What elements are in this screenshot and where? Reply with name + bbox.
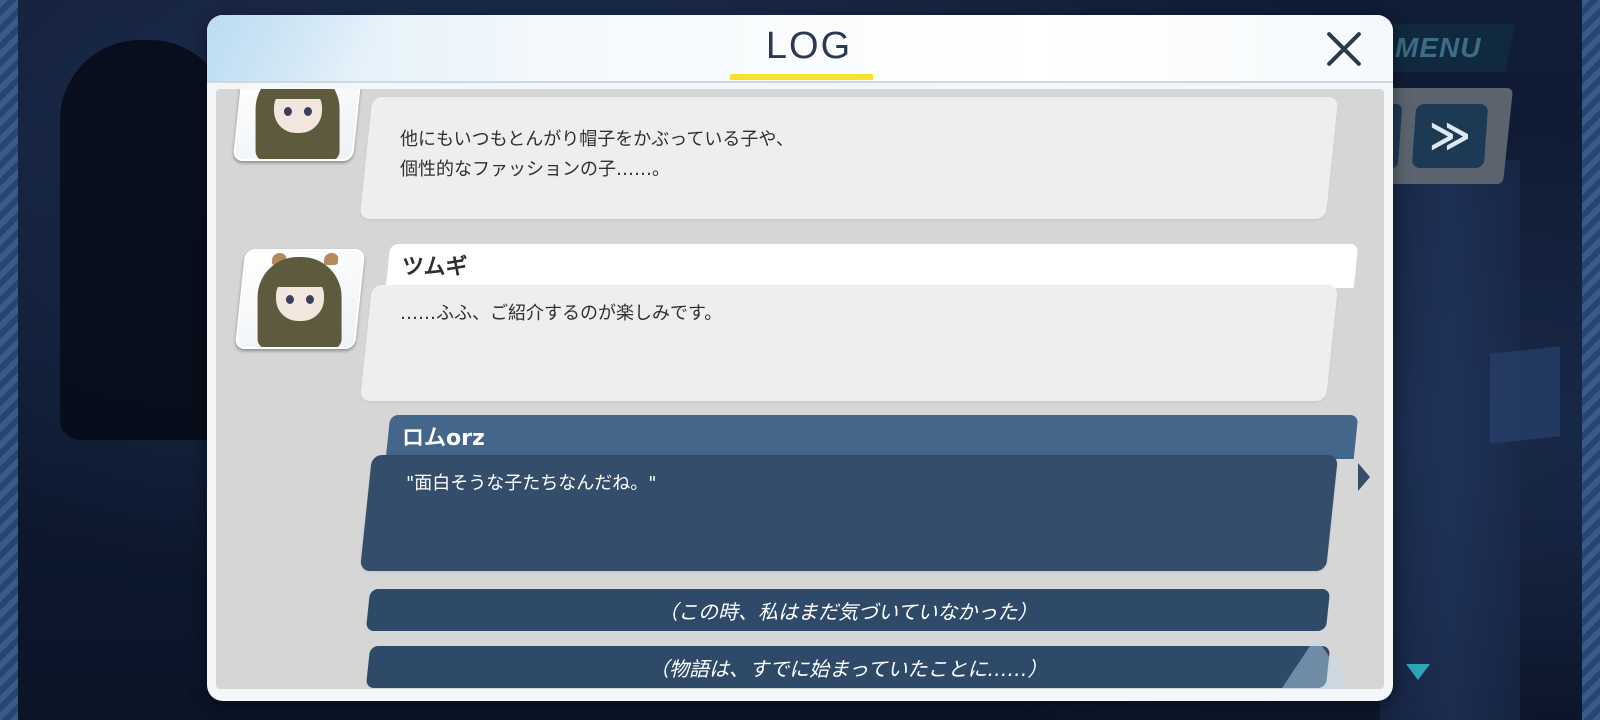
- skip-button[interactable]: ≫: [1411, 104, 1489, 168]
- log-title: LOG: [765, 25, 853, 67]
- speaker-name: ロムorz: [402, 426, 485, 451]
- narration-text: （この時、私はまだ気づいていなかった）: [658, 599, 1038, 624]
- header-decoration: [207, 15, 427, 81]
- scroll-down-arrow-icon[interactable]: [1406, 664, 1430, 680]
- dialogue-line: ……ふふ、ご紹介するのが楽しみです。: [400, 303, 723, 324]
- log-header: LOG: [207, 15, 1393, 81]
- title-underline: [730, 74, 873, 80]
- dialogue-line: "面白そうな子たちなんだね。": [406, 473, 657, 494]
- avatar: [232, 89, 364, 161]
- bubble-pointer: [1358, 463, 1370, 491]
- background-character-silhouette: [60, 40, 230, 440]
- log-window: LOG 他にもいつもとんがり帽子をかぶっている子や、 個性的なファッションの子……: [207, 15, 1393, 701]
- narration-bar: （物語は、すでに始まっていたことに……）: [365, 646, 1331, 688]
- corner-decoration: [1276, 637, 1356, 689]
- speaker-nameplate: [385, 415, 1359, 459]
- background-papers: [1490, 346, 1560, 444]
- menu-label: MENU: [1394, 32, 1482, 63]
- left-border-stripe: [0, 0, 18, 720]
- right-border-stripe: [1582, 0, 1600, 720]
- speaker-name: ツムギ: [402, 255, 468, 280]
- narration-bar: （この時、私はまだ気づいていなかった）: [365, 589, 1331, 631]
- header-divider: [207, 81, 1393, 83]
- dialogue-line: 他にもいつもとんがり帽子をかぶっている子や、: [400, 129, 794, 150]
- dialogue-line: 個性的なファッションの子……。: [400, 159, 670, 180]
- narration-text: （物語は、すでに始まっていたことに……）: [648, 656, 1048, 681]
- speaker-nameplate: [385, 244, 1359, 288]
- skip-icon: ≫: [1429, 113, 1461, 159]
- log-list[interactable]: 他にもいつもとんがり帽子をかぶっている子や、 個性的なファッションの子……。 ツ…: [216, 89, 1384, 689]
- avatar: [234, 249, 366, 349]
- close-icon[interactable]: [1323, 29, 1363, 69]
